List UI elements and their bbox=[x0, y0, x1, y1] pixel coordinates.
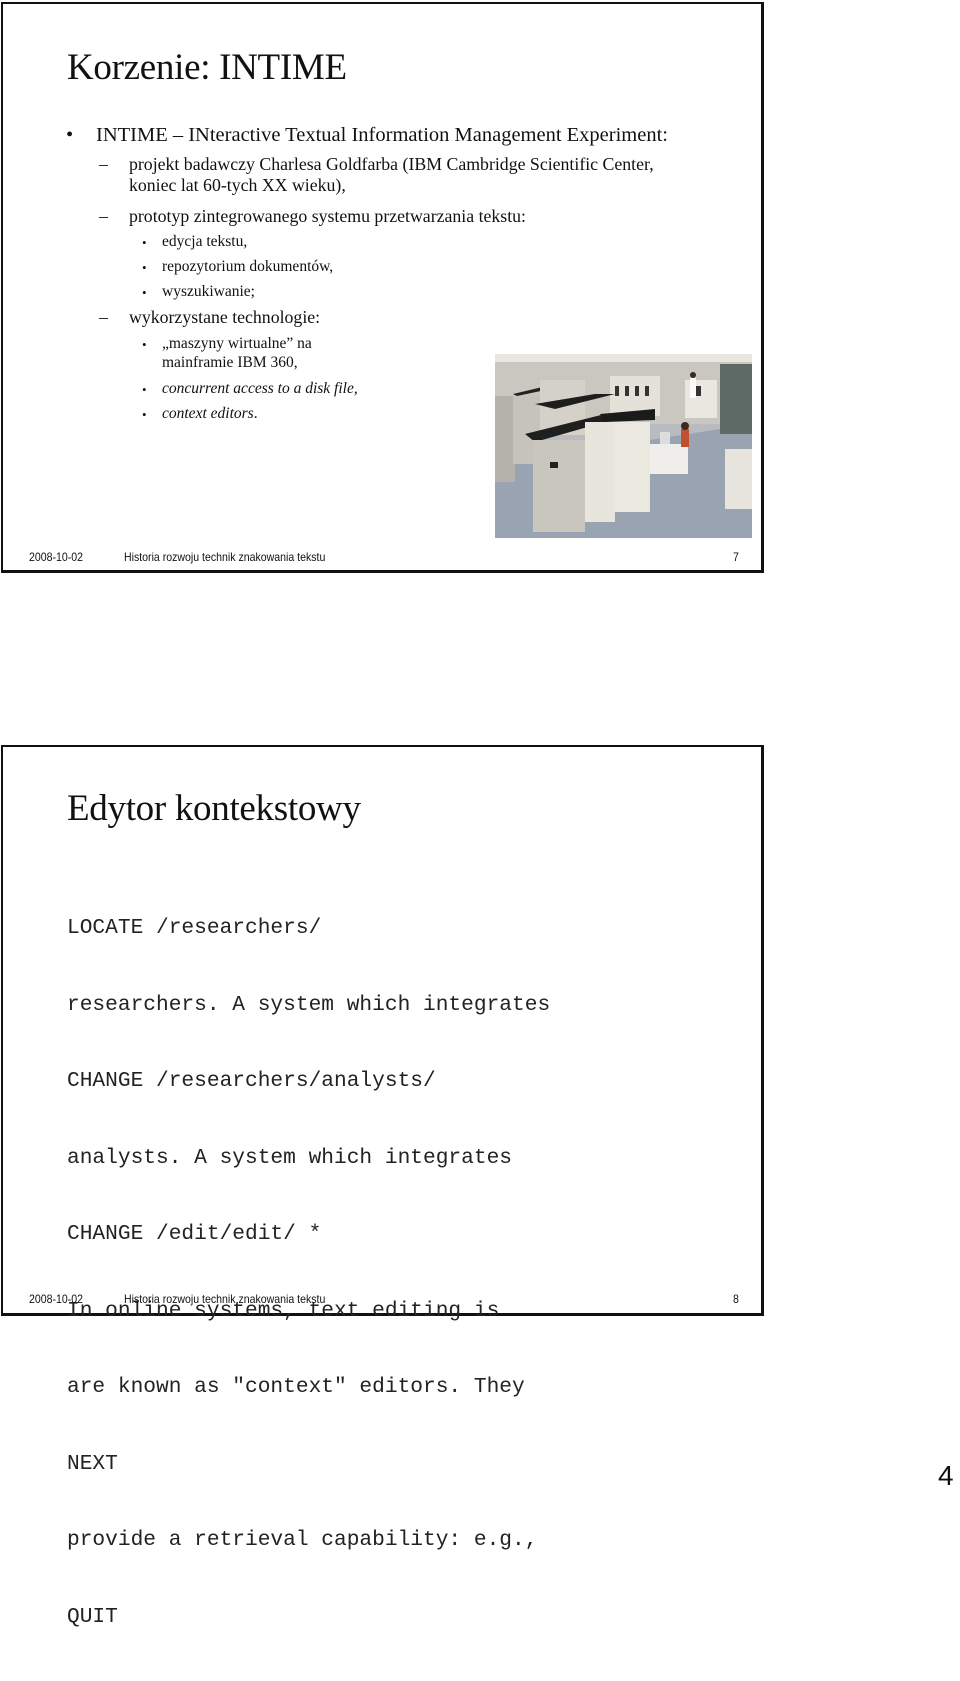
bullet-main: • INTIME – INteractive Textual Informati… bbox=[66, 124, 668, 147]
code-line: NEXT bbox=[67, 1451, 118, 1476]
footer-title: Historia rozwoju technik znakowania teks… bbox=[124, 550, 326, 564]
slide-8: Edytor kontekstowy LOCATE /researchers/ … bbox=[1, 745, 764, 1629]
footer-title: Historia rozwoju technik znakowania teks… bbox=[124, 1292, 326, 1306]
bullet-icon: • bbox=[142, 285, 147, 300]
bullet-icon: • bbox=[142, 235, 147, 250]
list-item: • context editors. bbox=[142, 404, 258, 423]
code-line: researchers. A system which integrates bbox=[67, 992, 551, 1017]
mainframe-room-image bbox=[495, 354, 752, 538]
bullet-text: wykorzystane technologie: bbox=[129, 307, 321, 327]
code-line: provide a retrieval capability: e.g., bbox=[67, 1528, 538, 1552]
dash-icon: – bbox=[99, 206, 108, 226]
code-line: are known as "context" editors. They bbox=[67, 1375, 525, 1399]
list-item: • „maszyny wirtualne” na mainframie IBM … bbox=[142, 334, 312, 372]
bullet-text-cont: koniec lat 60-tych XX wieku), bbox=[129, 175, 346, 195]
list-item: • wyszukiwanie; bbox=[142, 282, 255, 301]
sub-bullet-project: – projekt badawczy Charlesa Goldfarba (I… bbox=[99, 154, 654, 196]
list-item-text: repozytorium dokumentów, bbox=[162, 258, 334, 275]
bullet-text: prototyp zintegrowanego systemu przetwar… bbox=[129, 206, 526, 226]
sub-bullet-prototype: – prototyp zintegrowanego systemu przetw… bbox=[99, 206, 526, 227]
punctuation: , bbox=[353, 380, 358, 397]
code-line: LOCATE /researchers/ bbox=[67, 916, 322, 940]
code-line: analysts. A system which integrates bbox=[67, 1145, 513, 1170]
list-item-text: edycja tekstu, bbox=[162, 233, 248, 250]
bullet-icon: • bbox=[142, 407, 147, 422]
list-item-text: wyszukiwanie; bbox=[162, 283, 255, 300]
slide-7: Korzenie: INTIME • INTIME – INteractive … bbox=[1, 2, 764, 573]
bullet-icon: • bbox=[142, 337, 147, 352]
slide-number: 8 bbox=[733, 1292, 739, 1306]
footer-date: 2008-10-02 bbox=[29, 1292, 84, 1306]
slide-title: Edytor kontekstowy bbox=[67, 788, 361, 829]
editor-session-code: LOCATE /researchers/ researchers. A syst… bbox=[67, 865, 550, 1681]
sub-bullet-technologies: – wykorzystane technologie: bbox=[99, 307, 321, 328]
dash-icon: – bbox=[99, 307, 108, 327]
bullet-icon: • bbox=[142, 382, 147, 397]
slide-title: Korzenie: INTIME bbox=[67, 47, 347, 88]
footer-date: 2008-10-02 bbox=[29, 550, 84, 564]
bullet-icon: • bbox=[66, 124, 74, 146]
list-item-text: concurrent access to a disk file bbox=[162, 380, 354, 397]
code-line: CHANGE /edit/edit/ * bbox=[67, 1222, 322, 1246]
bullet-icon: • bbox=[142, 260, 147, 275]
list-item-text: „maszyny wirtualne” na bbox=[162, 335, 312, 352]
code-line: CHANGE /researchers/analysts/ bbox=[67, 1069, 436, 1093]
list-item: • repozytorium dokumentów, bbox=[142, 257, 334, 276]
slide-number: 7 bbox=[733, 550, 739, 564]
bullet-text: projekt badawczy Charlesa Goldfarba (IBM… bbox=[129, 154, 654, 174]
page-number: 4 bbox=[938, 1460, 954, 1491]
list-item: • concurrent access to a disk file, bbox=[142, 379, 358, 398]
dash-icon: – bbox=[99, 154, 108, 174]
list-item-text: context editors bbox=[162, 405, 254, 422]
bullet-text: INTIME – INteractive Textual Information… bbox=[96, 124, 668, 146]
punctuation: . bbox=[253, 405, 258, 422]
list-item: • edycja tekstu, bbox=[142, 232, 248, 251]
code-line: QUIT bbox=[67, 1604, 118, 1629]
list-item-text-cont: mainframie IBM 360, bbox=[162, 354, 298, 371]
mainframe-photo bbox=[495, 354, 752, 538]
